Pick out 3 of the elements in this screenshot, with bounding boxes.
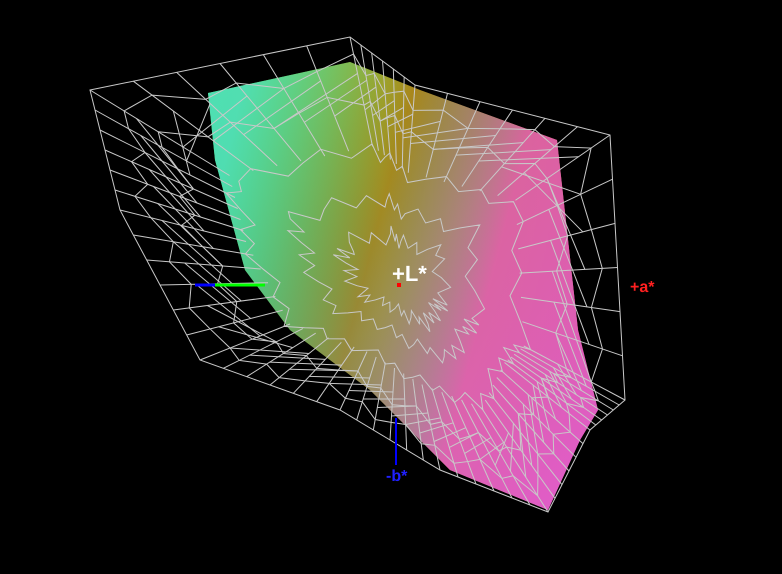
axis-label: -b* — [386, 468, 408, 485]
axis-label: +a* — [630, 279, 654, 296]
axis-label: +L* — [392, 261, 427, 286]
